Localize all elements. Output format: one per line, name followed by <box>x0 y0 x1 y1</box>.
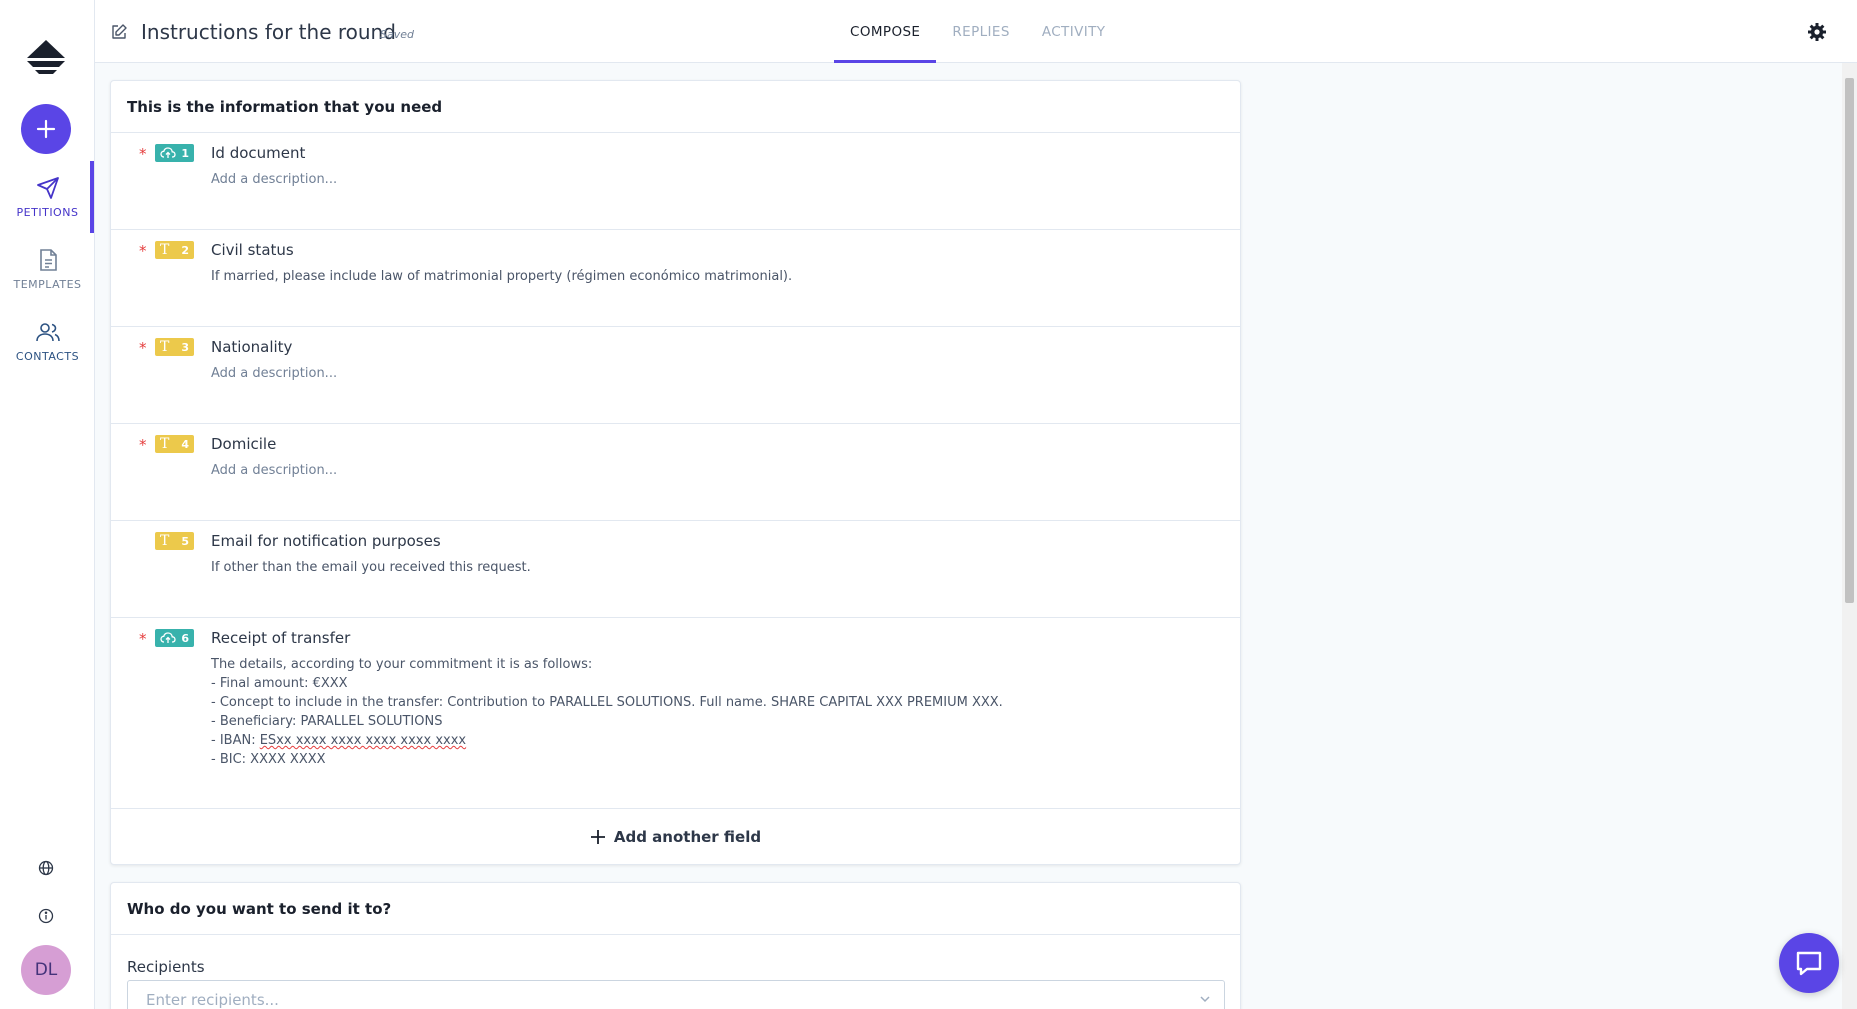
recipients-input[interactable]: Enter recipients... <box>127 980 1225 1009</box>
app-logo[interactable] <box>23 36 69 82</box>
save-status: Saved <box>380 28 414 41</box>
text-type-icon: T <box>160 242 170 258</box>
field-item[interactable]: * 1 Id document Add a description... <box>111 133 1240 230</box>
recipients-label: Recipients <box>127 958 205 976</box>
chevron-down-icon[interactable] <box>1198 992 1212 1006</box>
plus-icon <box>590 830 605 844</box>
field-type-badge: 6 <box>155 629 194 647</box>
required-marker: * <box>139 630 147 648</box>
new-petition-button[interactable] <box>21 104 71 154</box>
recipients-card: Who do you want to send it to? Recipient… <box>110 882 1241 1009</box>
field-description[interactable]: Add a description... <box>211 170 337 189</box>
field-title[interactable]: Id document <box>211 144 305 162</box>
paper-plane-icon <box>36 176 59 199</box>
header: Instructions for the round Saved COMPOSE… <box>95 0 1857 63</box>
document-icon <box>39 248 57 271</box>
info-icon[interactable] <box>36 906 56 926</box>
chat-icon <box>1796 951 1822 976</box>
upload-icon <box>160 147 176 158</box>
field-title[interactable]: Nationality <box>211 338 292 356</box>
users-icon <box>35 322 60 341</box>
sidebar-item-label: TEMPLATES <box>13 277 82 291</box>
recipients-heading: Who do you want to send it to? <box>111 883 1240 935</box>
plus-icon <box>36 119 56 139</box>
text-type-icon: T <box>160 339 170 355</box>
scrollbar[interactable] <box>1842 63 1857 1009</box>
upload-icon <box>160 632 176 643</box>
recipients-placeholder: Enter recipients... <box>146 991 279 1009</box>
field-item[interactable]: * T 3 Nationality Add a description... <box>111 327 1240 424</box>
sidebar-item-label: PETITIONS <box>16 205 79 219</box>
field-title[interactable]: Receipt of transfer <box>211 629 350 647</box>
field-description[interactable]: The details, according to your commitmen… <box>211 655 1003 769</box>
field-title[interactable]: Domicile <box>211 435 276 453</box>
required-marker: * <box>139 145 147 163</box>
field-type-badge: T 5 <box>155 532 194 550</box>
field-type-badge: T 4 <box>155 435 194 453</box>
field-item[interactable]: * T 4 Domicile Add a description... <box>111 424 1240 521</box>
required-marker: * <box>139 242 147 260</box>
add-field-label: Add another field <box>613 828 762 846</box>
field-title[interactable]: Email for notification purposes <box>211 532 441 550</box>
field-description[interactable]: If married, please include law of matrim… <box>211 267 792 286</box>
field-title[interactable]: Civil status <box>211 241 294 259</box>
text-type-icon: T <box>160 436 170 452</box>
gear-icon[interactable] <box>1807 22 1827 42</box>
text-type-icon: T <box>160 533 170 549</box>
globe-icon[interactable] <box>36 858 56 878</box>
required-marker: * <box>139 339 147 357</box>
field-type-badge: T 3 <box>155 338 194 356</box>
sidebar-item-label: CONTACTS <box>15 349 80 363</box>
tab-activity[interactable]: ACTIVITY <box>1026 0 1122 63</box>
tab-compose[interactable]: COMPOSE <box>834 0 937 63</box>
scrollbar-thumb[interactable] <box>1845 78 1854 603</box>
add-field-button[interactable]: Add another field <box>111 809 1240 865</box>
active-indicator <box>90 161 94 233</box>
field-description[interactable]: If other than the email you received thi… <box>211 558 531 577</box>
field-item[interactable]: * T 2 Civil status If married, please in… <box>111 230 1240 327</box>
sidebar-item-petitions[interactable]: PETITIONS <box>0 161 95 233</box>
field-description[interactable]: Add a description... <box>211 461 337 480</box>
field-item[interactable]: T 5 Email for notification purposes If o… <box>111 521 1240 618</box>
sidebar: PETITIONS TEMPLATES CONTACTS DL <box>0 0 95 1009</box>
field-type-badge: T 2 <box>155 241 194 259</box>
fields-heading: This is the information that you need <box>111 81 1240 133</box>
field-item[interactable]: * 6 Receipt of transfer The details, acc… <box>111 618 1240 809</box>
field-type-badge: 1 <box>155 144 194 162</box>
chat-button[interactable] <box>1779 933 1839 993</box>
edit-icon[interactable] <box>110 23 128 41</box>
avatar[interactable]: DL <box>21 945 71 995</box>
sidebar-item-templates[interactable]: TEMPLATES <box>0 233 95 305</box>
field-description[interactable]: Add a description... <box>211 364 337 383</box>
required-marker: * <box>139 436 147 454</box>
page-title[interactable]: Instructions for the round <box>141 20 396 44</box>
tab-bar: COMPOSE REPLIES ACTIVITY <box>834 0 1121 63</box>
sidebar-item-contacts[interactable]: CONTACTS <box>0 305 95 377</box>
fields-card: This is the information that you need * … <box>110 80 1241 865</box>
tab-replies[interactable]: REPLIES <box>936 0 1025 63</box>
